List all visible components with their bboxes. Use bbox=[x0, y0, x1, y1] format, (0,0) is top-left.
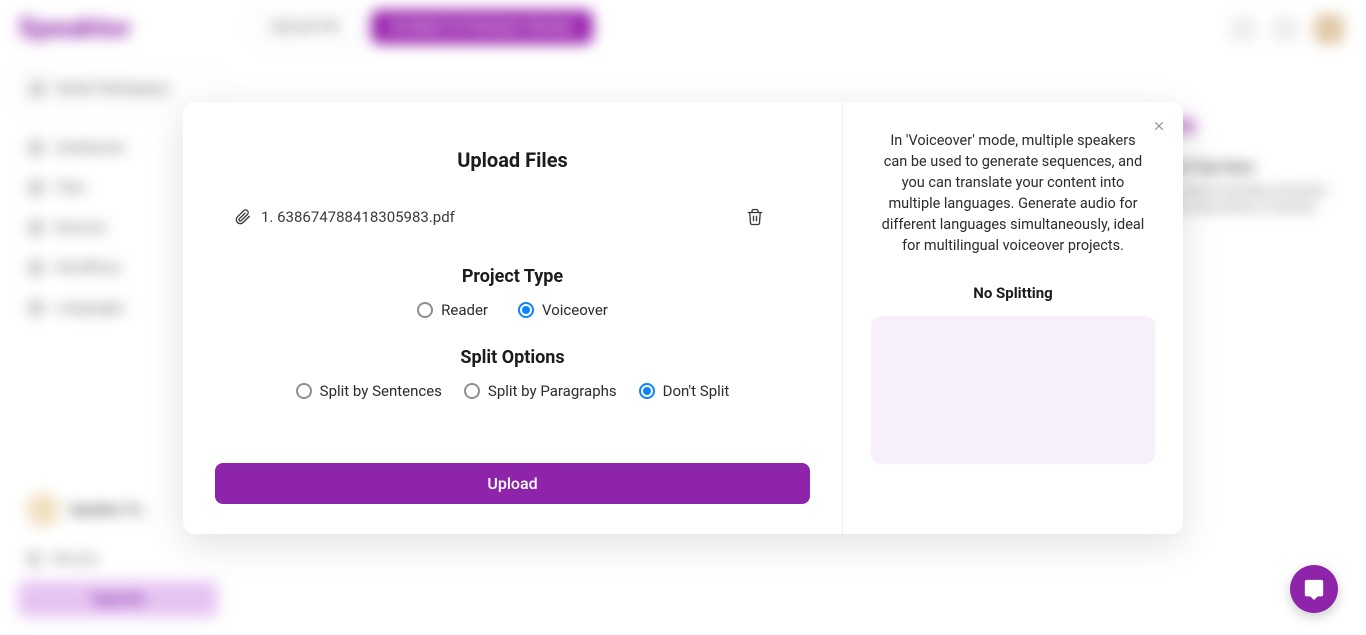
dont-split[interactable]: Don't Split bbox=[639, 382, 730, 400]
project-type-options: Reader Voiceover bbox=[235, 301, 790, 319]
split-by-paragraphs[interactable]: Split by Paragraphs bbox=[464, 382, 617, 400]
split-preview-box bbox=[871, 316, 1155, 464]
split-preview-title: No Splitting bbox=[871, 284, 1155, 302]
project-type-voiceover[interactable]: Voiceover bbox=[518, 301, 608, 319]
file-name: 1. 638674788418305983.pdf bbox=[261, 208, 455, 226]
project-type-reader[interactable]: Reader bbox=[417, 301, 488, 319]
project-type-title: Project Type bbox=[235, 266, 790, 287]
split-options-title: Split Options bbox=[235, 347, 790, 368]
upload-button[interactable]: Upload bbox=[215, 463, 810, 504]
split-by-sentences[interactable]: Split by Sentences bbox=[296, 382, 442, 400]
mode-description: In 'Voiceover' mode, multiple speakers c… bbox=[871, 130, 1155, 256]
delete-file-button[interactable] bbox=[746, 208, 764, 226]
attachment-icon bbox=[235, 209, 251, 225]
split-options-row: Split by Sentences Split by Paragraphs D… bbox=[235, 382, 790, 400]
upload-modal: Upload Files 1. 638674788418305983.pdf P… bbox=[183, 102, 1183, 534]
modal-title: Upload Files bbox=[235, 148, 790, 172]
chat-fab[interactable] bbox=[1290, 565, 1338, 613]
close-button[interactable] bbox=[1149, 116, 1169, 136]
